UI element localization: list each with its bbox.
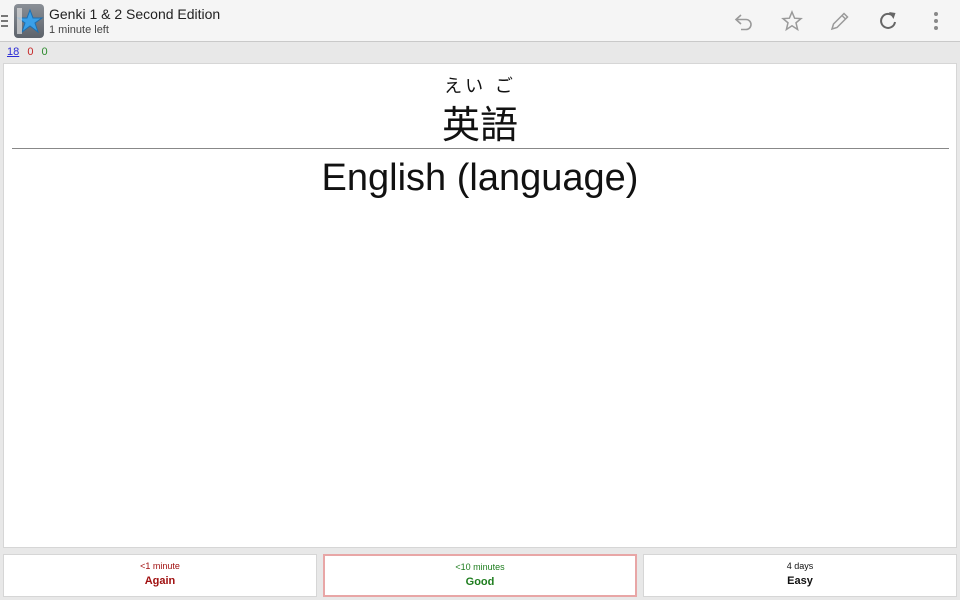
drawer-indicator-icon[interactable] [1,15,8,27]
flashcard[interactable]: えい ご 英語 English (language) [3,63,957,548]
again-interval: <1 minute [140,561,180,571]
again-label: Again [144,575,176,587]
good-button[interactable]: <10 minutes Good [323,554,637,597]
card-counts: 18 0 0 [7,46,53,58]
answer-divider [12,148,949,149]
time-left-subtitle: 1 minute left [49,24,109,36]
action-bar: Genki 1 & 2 Second Edition 1 minute left [0,0,960,42]
easy-button[interactable]: 4 days Easy [643,554,957,597]
new-count[interactable]: 18 [7,46,19,58]
again-button[interactable]: <1 minute Again [3,554,317,597]
easy-label: Easy [787,575,813,587]
question-kanji: 英語 [441,103,518,147]
overflow-menu-icon[interactable] [924,9,948,33]
star-icon[interactable] [780,9,804,33]
easy-interval: 4 days [786,561,814,571]
deck-title: Genki 1 & 2 Second Edition [49,6,221,22]
review-count: 0 [41,46,48,58]
good-interval: <10 minutes [455,562,505,572]
learning-count: 0 [27,46,34,58]
edit-pencil-icon[interactable] [828,9,852,33]
answer-meaning: English (language) [321,157,639,199]
anki-star-icon[interactable] [14,4,44,38]
good-label: Good [465,576,495,588]
replay-icon[interactable] [876,9,900,33]
undo-icon[interactable] [732,9,756,33]
